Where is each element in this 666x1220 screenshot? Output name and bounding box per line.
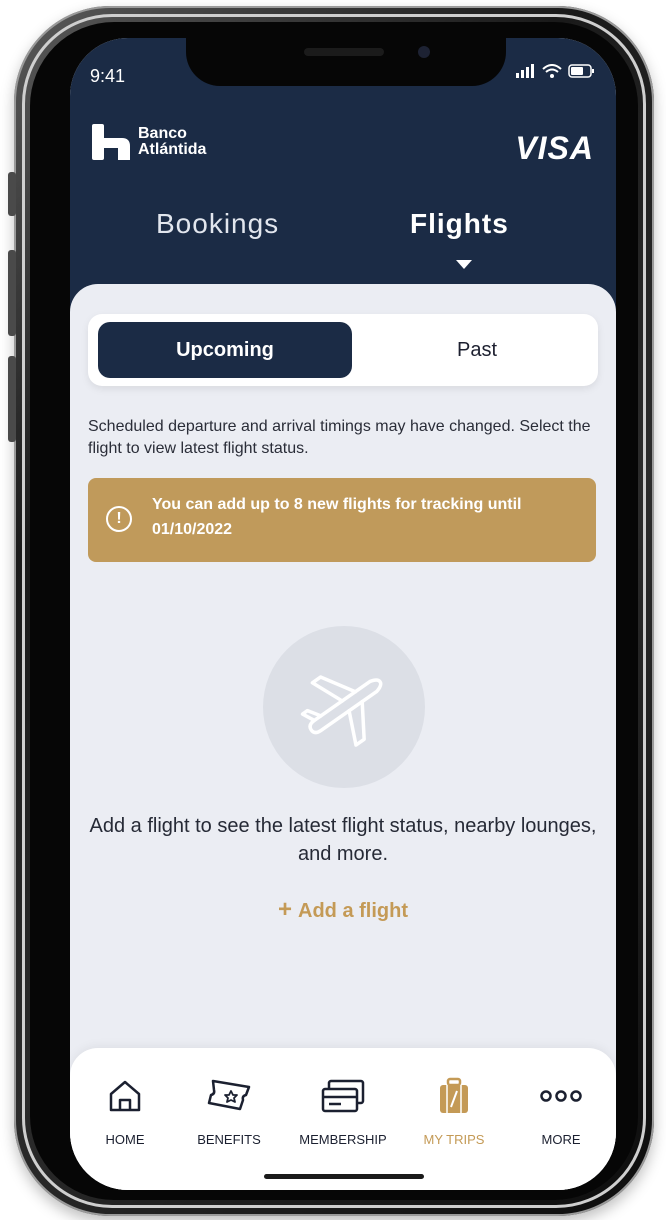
home-indicator[interactable] [264, 1174, 424, 1179]
tracking-limit-alert: ! You can add up to 8 new flights for tr… [88, 478, 596, 562]
nav-home[interactable]: HOME [70, 1076, 180, 1147]
bottom-navigation: HOME BENEFITS MEMBERSHIP MY TRIPS MORE [70, 1048, 616, 1190]
nav-my-trips[interactable]: MY TRIPS [399, 1076, 509, 1147]
speaker-grille [304, 48, 384, 56]
schedule-notice: Scheduled departure and arrival timings … [88, 418, 591, 457]
signal-icon [516, 64, 534, 78]
nav-more-label: MORE [541, 1132, 581, 1147]
nav-benefits-label: BENEFITS [197, 1132, 261, 1147]
plus-icon: + [278, 896, 293, 923]
home-icon [107, 1076, 143, 1116]
active-tab-indicator-icon [456, 260, 472, 269]
segment-upcoming[interactable]: Upcoming [98, 322, 352, 378]
info-icon: ! [106, 506, 132, 532]
airplane-icon [300, 675, 383, 747]
nav-home-label: HOME [105, 1132, 145, 1147]
status-time: 9:41 [90, 66, 126, 86]
tab-bookings[interactable]: Bookings [156, 208, 279, 240]
card-icon [319, 1076, 367, 1116]
phone-notch [186, 38, 506, 86]
visa-logo: VISA [515, 130, 594, 166]
more-icon [539, 1076, 583, 1116]
brand-name: Banco Atlántida [138, 125, 207, 158]
bank-logo-icon [92, 124, 130, 160]
ticket-icon [205, 1076, 253, 1116]
nav-membership-label: MEMBERSHIP [299, 1132, 387, 1147]
volume-down-button [8, 356, 16, 442]
app-screen: 9:41 Banco Atlántida VISA Bookings Fligh… [70, 38, 616, 1190]
trip-time-segmented-control: Upcoming Past [88, 314, 598, 386]
empty-state-message: Add a flight to see the latest flight st… [89, 815, 597, 865]
volume-up-button [8, 250, 16, 336]
nav-my-trips-label: MY TRIPS [423, 1132, 485, 1147]
luggage-icon [438, 1076, 470, 1116]
nav-more[interactable]: MORE [506, 1076, 616, 1147]
add-flight-label: Add a flight [298, 900, 408, 922]
nav-membership[interactable]: MEMBERSHIP [288, 1076, 398, 1147]
front-camera [418, 46, 430, 58]
brand-logo: Banco Atlántida [92, 124, 206, 160]
status-icons [516, 64, 596, 78]
empty-state-illustration [263, 626, 425, 788]
wifi-icon [542, 64, 562, 78]
segment-past[interactable]: Past [350, 322, 604, 378]
add-flight-button[interactable]: + Add a flight [70, 896, 616, 924]
side-button [8, 172, 16, 216]
tab-flights[interactable]: Flights [410, 208, 509, 240]
alert-text: You can add up to 8 new flights for trac… [152, 496, 522, 538]
battery-icon [568, 64, 594, 78]
nav-benefits[interactable]: BENEFITS [174, 1076, 284, 1147]
